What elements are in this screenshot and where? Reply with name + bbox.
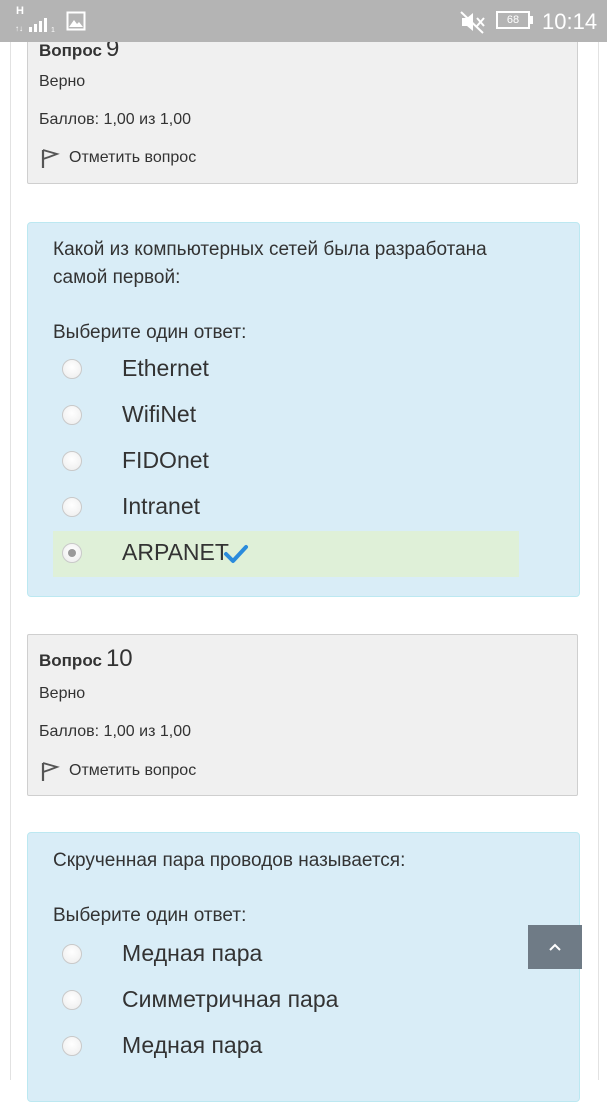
network-type-indicator: H	[16, 5, 24, 17]
question-grade: Баллов: 1,00 из 1,00	[39, 723, 191, 740]
question-number: Вопрос 10	[39, 645, 133, 673]
flag-question-link[interactable]: Отметить вопрос	[39, 147, 196, 169]
battery-tip	[530, 16, 533, 24]
answer-option-mednaya-para-2[interactable]: Медная пара	[53, 1024, 519, 1070]
flag-question-label: Отметить вопрос	[69, 149, 197, 166]
radio-button[interactable]	[62, 451, 82, 471]
question-text: Скрученная пара проводов называется:	[53, 850, 406, 871]
question-state: Верно	[39, 685, 86, 702]
answer-option-simmetrichnaya-para[interactable]: Симметричная пара	[53, 978, 519, 1024]
answer-option-wifinet[interactable]: WifiNet	[53, 393, 519, 439]
answer-option-intranet[interactable]: Intranet	[53, 485, 519, 531]
svg-text:↑↓: ↑↓	[15, 24, 23, 33]
gallery-notification-icon	[66, 11, 86, 31]
flag-icon	[41, 149, 60, 168]
question-info-9: Вопрос 9 Верно Баллов: 1,00 из 1,00 Отмет…	[27, 22, 578, 184]
battery-level: 68	[506, 14, 520, 26]
clock: 10:14	[542, 9, 598, 34]
question-label: Вопрос	[39, 41, 102, 60]
question-formulation-9: Какой из компьютерных сетей была разрабо…	[27, 222, 580, 597]
radio-button[interactable]	[62, 990, 82, 1010]
radio-button[interactable]	[62, 944, 82, 964]
answer-label: FIDOnet	[122, 447, 209, 473]
answer-label: Intranet	[122, 493, 200, 519]
question-info-10: Вопрос 10 Верно Баллов: 1,00 из 1,00 Отме…	[27, 634, 578, 796]
answer-label: WifiNet	[122, 401, 197, 427]
radio-button[interactable]	[62, 497, 82, 517]
answer-option-mednaya-para[interactable]: Медная пара	[53, 932, 519, 978]
radio-button[interactable]	[62, 1036, 82, 1056]
answer-option-fidonet[interactable]: FIDOnet	[53, 439, 519, 485]
radio-button[interactable]	[62, 359, 82, 379]
svg-text:1: 1	[51, 27, 55, 33]
question-number-value: 10	[105, 645, 133, 672]
answer-label: Ethernet	[122, 355, 209, 381]
correct-checkmark-icon	[223, 544, 248, 563]
answer-label: Медная пара	[122, 1032, 263, 1058]
answer-label: ARPANET	[122, 539, 249, 566]
battery-icon: 68	[496, 11, 530, 29]
answer-option-ethernet[interactable]: Ethernet	[53, 347, 519, 393]
flag-icon	[41, 762, 60, 781]
question-state: Верно	[39, 73, 86, 90]
answer-label: Медная пара	[122, 940, 263, 966]
status-bar: H ↑↓ 1 68 10:14	[0, 0, 607, 42]
radio-button[interactable]	[62, 405, 82, 425]
flag-question-label: Отметить вопрос	[69, 762, 197, 779]
chevron-up-icon	[549, 943, 561, 951]
answer-label-text: ARPANET	[122, 539, 229, 565]
question-formulation-10: Скрученная пара проводов называется: Выб…	[27, 832, 580, 1102]
scroll-to-top-button[interactable]	[528, 925, 582, 969]
flag-question-link[interactable]: Отметить вопрос	[39, 760, 196, 782]
answer-label: Симметричная пара	[122, 986, 339, 1012]
radio-button-selected[interactable]	[62, 543, 82, 563]
answer-prompt: Выберите один ответ:	[53, 905, 247, 926]
question-grade: Баллов: 1,00 из 1,00	[39, 111, 191, 128]
sound-muted-icon	[460, 11, 485, 34]
question-text: Какой из компьютерных сетей была разрабо…	[53, 239, 487, 288]
signal-strength-icon: ↑↓ 1	[15, 18, 55, 33]
answer-prompt: Выберите один ответ:	[53, 322, 247, 343]
answer-option-arpanet[interactable]: ARPANET	[53, 531, 519, 577]
question-label: Вопрос	[39, 651, 102, 670]
